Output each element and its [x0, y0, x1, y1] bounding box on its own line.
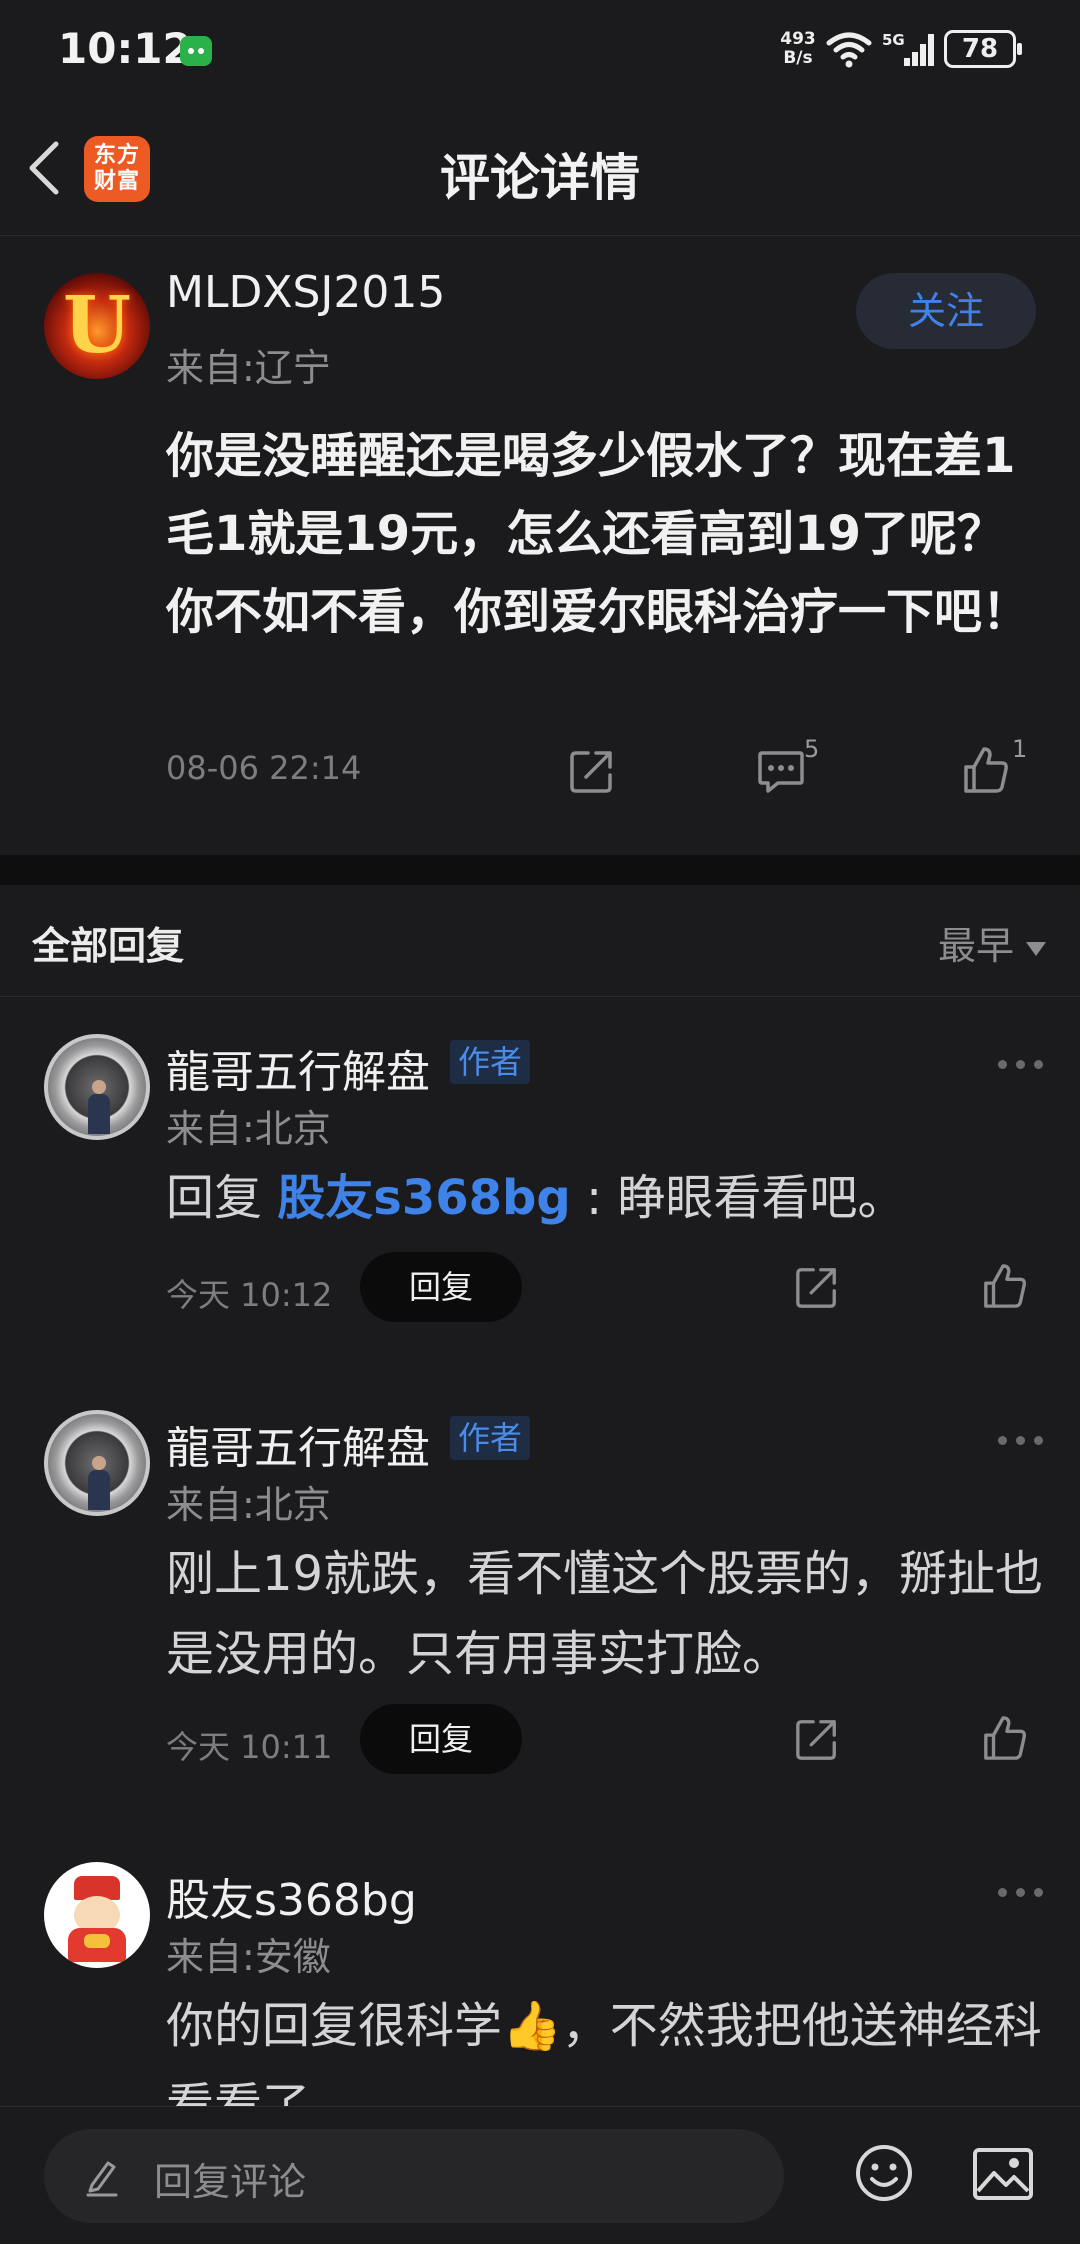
signal-icon: 5G [882, 31, 934, 66]
reply-prefix: 回复 [166, 1170, 278, 1226]
reply-location: 来自:北京 [166, 1107, 331, 1151]
sort-label: 最早 [937, 924, 1014, 968]
battery-icon: 78 [944, 30, 1022, 68]
pencil-icon [86, 2161, 118, 2197]
more-icon[interactable] [998, 1060, 1044, 1070]
page-title: 评论详情 [440, 149, 640, 207]
replies-title: 全部回复 [32, 924, 185, 968]
author-badge: 作者 [450, 1040, 531, 1084]
thumbs-up-icon: 👍 [502, 1998, 562, 2054]
reply-username[interactable]: 股友s368bg [166, 1864, 417, 1928]
reply-item: 股友s368bg 来自:安徽 你的回复很科学👍，不然我把他送神经科看看了 [0, 1826, 1080, 2106]
reply-content: 刚上19就跌，看不懂这个股票的，掰扯也是没用的。只有用事实打脸。 [166, 1546, 1044, 1682]
comment-placeholder: 回复评论 [154, 2160, 307, 2204]
avatar[interactable] [44, 1862, 150, 1968]
emoji-icon[interactable] [854, 2143, 914, 2203]
more-icon[interactable] [998, 1436, 1044, 1446]
reply-item: 龍哥五行解盘 作者 来自:北京 回复 股友s368bg : 睁眼看看吧。 今天 … [0, 998, 1080, 1428]
share-icon[interactable] [794, 1716, 840, 1762]
reply-time: 今天 10:11 [166, 1728, 333, 1766]
reply-location: 来自:安徽 [166, 1935, 331, 1979]
comment-count: 5 [804, 735, 820, 763]
replies-header: 全部回复 最早 [0, 885, 1080, 997]
avatar[interactable] [44, 1034, 150, 1140]
reply-item: 龍哥五行解盘 作者 来自:北京 刚上19就跌，看不懂这个股票的，掰扯也是没用的。… [0, 1374, 1080, 1854]
reply-location: 来自:北京 [166, 1483, 331, 1527]
post-username[interactable]: MLDXSJ2015 [166, 267, 445, 318]
like-icon[interactable] [982, 1262, 1028, 1310]
reply-content: 你的回复很科学👍，不然我把他送神经科看看了 [166, 1986, 1046, 2106]
sort-dropdown[interactable]: 最早 [938, 915, 1046, 970]
reply-text: : 睁眼看看吧。 [570, 1170, 906, 1226]
reply-time: 今天 10:12 [166, 1276, 333, 1314]
status-time: 10:12 [58, 24, 192, 73]
reply-username[interactable]: 龍哥五行解盘 [166, 1036, 430, 1100]
net-speed-value: 493 [780, 29, 816, 49]
bottom-bar: 回复评论 [0, 2106, 1080, 2244]
comment-input[interactable]: 回复评论 [44, 2129, 784, 2223]
reply-text-part1: 你的回复很科学 [166, 1998, 503, 2054]
reply-button[interactable]: 回复 [360, 1252, 522, 1322]
author-badge: 作者 [450, 1416, 531, 1460]
reply-button[interactable]: 回复 [360, 1704, 522, 1774]
like-icon[interactable] [982, 1714, 1028, 1762]
section-divider [0, 855, 1080, 885]
post-time: 08-06 22:14 [166, 749, 362, 787]
wechat-icon [180, 36, 212, 66]
network-type: 5G [882, 31, 905, 49]
image-icon[interactable] [972, 2147, 1034, 2201]
like-icon[interactable] [962, 745, 1010, 795]
header: 东方 财富 评论详情 [0, 100, 1080, 236]
net-speed-unit: B/s [783, 48, 813, 68]
like-count: 1 [1012, 735, 1028, 763]
post-location: 来自:辽宁 [166, 346, 331, 390]
status-bar: 10:12 493 B/s 5G 78 [0, 0, 1080, 100]
caret-down-icon [1026, 941, 1046, 956]
post-content: 你是没睡醒还是喝多少假水了？现在差1毛1就是19元，怎么还看高到19了呢？你不如… [166, 428, 1031, 640]
more-icon[interactable] [998, 1888, 1044, 1898]
reply-username[interactable]: 龍哥五行解盘 [166, 1412, 430, 1476]
avatar[interactable] [44, 1410, 150, 1516]
follow-button[interactable]: 关注 [856, 273, 1036, 349]
main-post: U MLDXSJ2015 来自:辽宁 关注 你是没睡醒还是喝多少假水了？现在差1… [0, 237, 1080, 855]
share-icon[interactable] [568, 747, 616, 795]
mention-link[interactable]: 股友s368bg [277, 1170, 571, 1226]
wifi-icon [826, 32, 872, 68]
reply-content: 回复 股友s368bg : 睁眼看看吧。 [166, 1158, 1046, 1238]
share-icon[interactable] [794, 1264, 840, 1310]
net-speed: 493 B/s [776, 30, 820, 68]
avatar[interactable]: U [44, 273, 150, 379]
comment-icon[interactable] [756, 747, 806, 795]
